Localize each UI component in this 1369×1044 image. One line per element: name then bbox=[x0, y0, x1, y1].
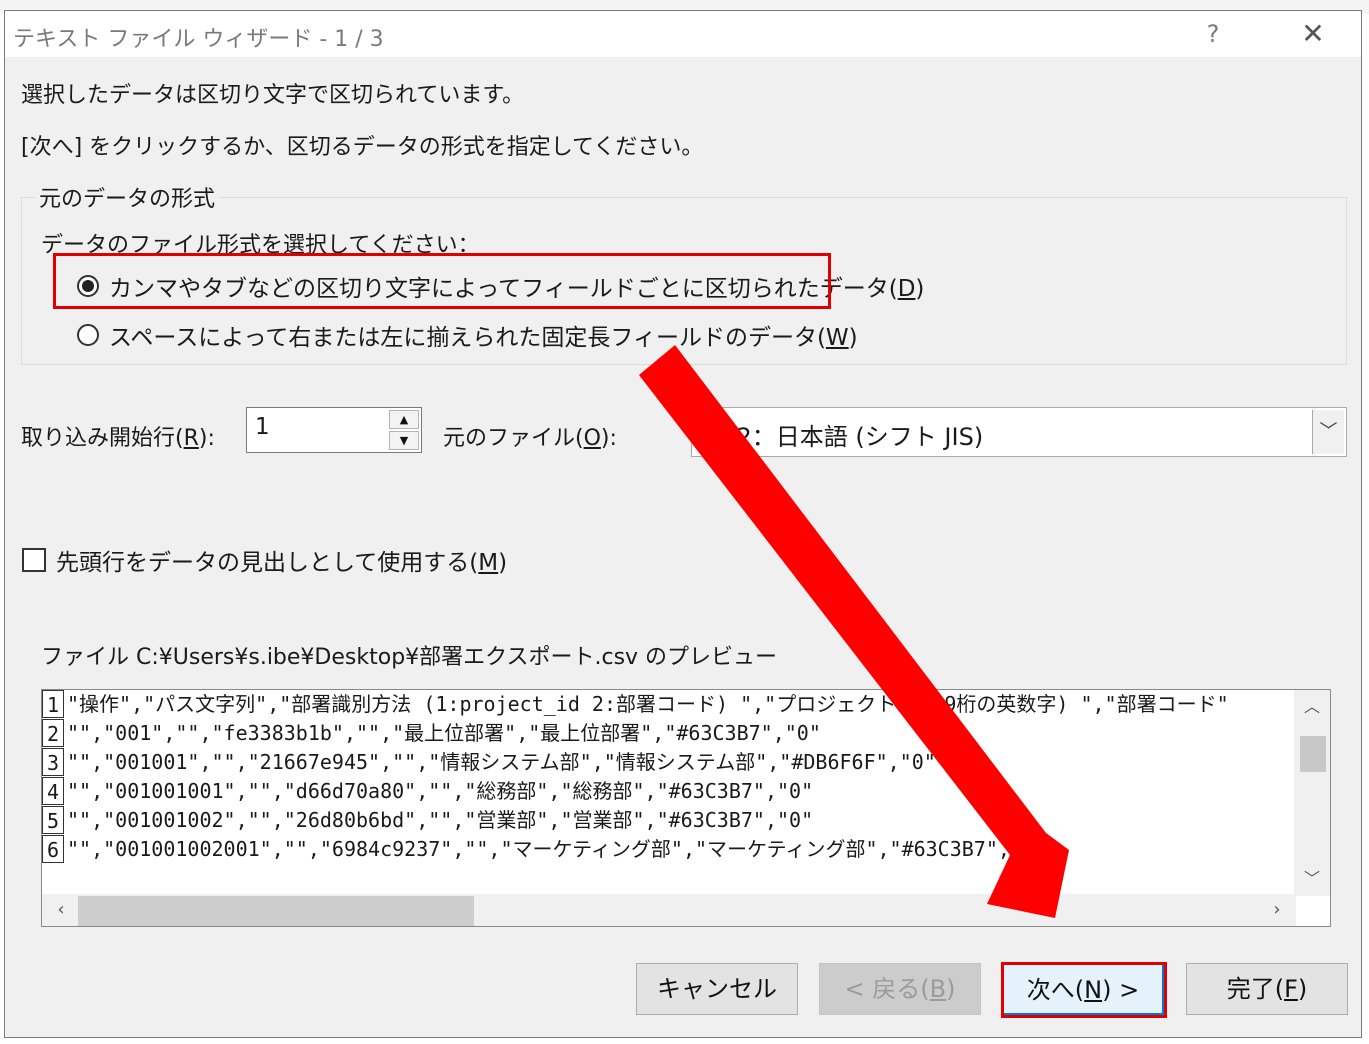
intro-line-2: [次へ] をクリックするか、区切るデータの形式を指定してください。 bbox=[21, 135, 704, 160]
preview-row: 4 "","001001001","","d66d70a80","","総務部"… bbox=[42, 777, 813, 806]
row-text: "","001001001","","d66d70a80","","総務部","… bbox=[67, 779, 814, 803]
close-button[interactable]: ✕ bbox=[1289, 17, 1337, 51]
origin-label: 元のファイル(O): bbox=[443, 426, 617, 451]
preview-pane[interactable]: 1 "操作","パス文字列","部署識別方法 (1:project_id 2:部… bbox=[41, 689, 1331, 927]
origin-value: 932：日本語 (シフト JIS) bbox=[706, 423, 984, 451]
chevron-down-icon[interactable]: ﹀ bbox=[1312, 410, 1344, 454]
title-bar: テキスト ファイル ウィザード - 1 / 3 ? ✕ bbox=[5, 11, 1361, 57]
row-text: "","001001002","","26d80b6bd","","営業部","… bbox=[67, 808, 814, 832]
preview-row: 3 "","001001","","21667e945","","情報システム部… bbox=[42, 748, 936, 777]
preview-row: 1 "操作","パス文字列","部署識別方法 (1:project_id 2:部… bbox=[42, 690, 1229, 719]
horizontal-scrollbar[interactable]: ‹ › bbox=[42, 894, 1296, 926]
preview-row: 6 "","001001002001","","6984c9237","","マ… bbox=[42, 835, 1046, 864]
dialog-title: テキスト ファイル ウィザード - 1 / 3 bbox=[13, 27, 384, 52]
preview-label: ファイル C:¥Users¥s.ibe¥Desktop¥部署エクスポート.csv… bbox=[41, 645, 778, 670]
row-number: 6 bbox=[42, 835, 64, 863]
preview-row: 2 "","001","","fe3383b1b","","最上位部署","最上… bbox=[42, 719, 821, 748]
preview-row: 5 "","001001002","","26d80b6bd","","営業部"… bbox=[42, 806, 813, 835]
chevron-left-icon[interactable]: ‹ bbox=[46, 894, 76, 926]
text-import-wizard-dialog: テキスト ファイル ウィザード - 1 / 3 ? ✕ 選択したデータは区切り文… bbox=[4, 10, 1362, 1038]
chevron-right-icon[interactable]: › bbox=[1262, 894, 1292, 926]
row-number: 5 bbox=[42, 806, 64, 834]
horizontal-scroll-thumb[interactable] bbox=[78, 896, 474, 926]
row-text: "操作","パス文字列","部署識別方法 (1:project_id 2:部署コ… bbox=[67, 692, 1229, 716]
spinner-buttons: ▲ ▼ bbox=[389, 410, 419, 450]
header-row-label: 先頭行をデータの見出しとして使用する(M) bbox=[56, 550, 508, 576]
row-text: "","001","","fe3383b1b","","最上位部署","最上位部… bbox=[67, 721, 821, 745]
row-number: 1 bbox=[42, 690, 64, 718]
row-number: 4 bbox=[42, 777, 64, 805]
fixed-width-radio[interactable] bbox=[77, 324, 99, 346]
start-row-label: 取り込み開始行(R): bbox=[21, 426, 215, 451]
intro-line-1: 選択したデータは区切り文字で区切られています。 bbox=[21, 83, 525, 108]
chevron-down-icon[interactable]: ﹀ bbox=[1294, 864, 1330, 894]
row-text: "","001001","","21667e945","","情報システム部",… bbox=[67, 750, 936, 774]
next-highlight-box bbox=[1001, 962, 1167, 1018]
start-row-value[interactable]: 1 bbox=[255, 414, 270, 440]
finish-button[interactable]: 完了(F) bbox=[1186, 963, 1348, 1015]
vertical-scrollbar[interactable]: ︿ ﹀ bbox=[1294, 690, 1330, 896]
help-button[interactable]: ? bbox=[1193, 17, 1233, 51]
row-number: 2 bbox=[42, 719, 64, 747]
vertical-scroll-thumb[interactable] bbox=[1300, 736, 1326, 772]
fixed-width-label: スペースによって右または左に揃えられた固定長フィールドのデータ(W) bbox=[109, 325, 858, 351]
spin-up-icon[interactable]: ▲ bbox=[389, 410, 419, 429]
spin-down-icon[interactable]: ▼ bbox=[389, 431, 419, 450]
start-row-spinner[interactable]: 1 ▲ ▼ bbox=[246, 407, 422, 453]
fixed-width-option[interactable]: スペースによって右または左に揃えられた固定長フィールドのデータ(W) bbox=[77, 318, 858, 352]
group-legend: 元のデータの形式 bbox=[35, 181, 220, 213]
header-row-option[interactable]: 先頭行をデータの見出しとして使用する(M) bbox=[22, 543, 507, 577]
back-button[interactable]: < 戻る(B) bbox=[819, 963, 981, 1015]
row-text: "","001001002001","","6984c9237","","マーケ… bbox=[67, 837, 1047, 861]
chevron-up-icon[interactable]: ︿ bbox=[1294, 692, 1330, 722]
delimited-highlight-box bbox=[53, 253, 831, 309]
cancel-button[interactable]: キャンセル bbox=[636, 963, 798, 1015]
header-row-checkbox[interactable] bbox=[22, 548, 46, 572]
origin-dropdown[interactable]: 932：日本語 (シフト JIS) ﹀ bbox=[691, 407, 1347, 457]
row-number: 3 bbox=[42, 748, 64, 776]
